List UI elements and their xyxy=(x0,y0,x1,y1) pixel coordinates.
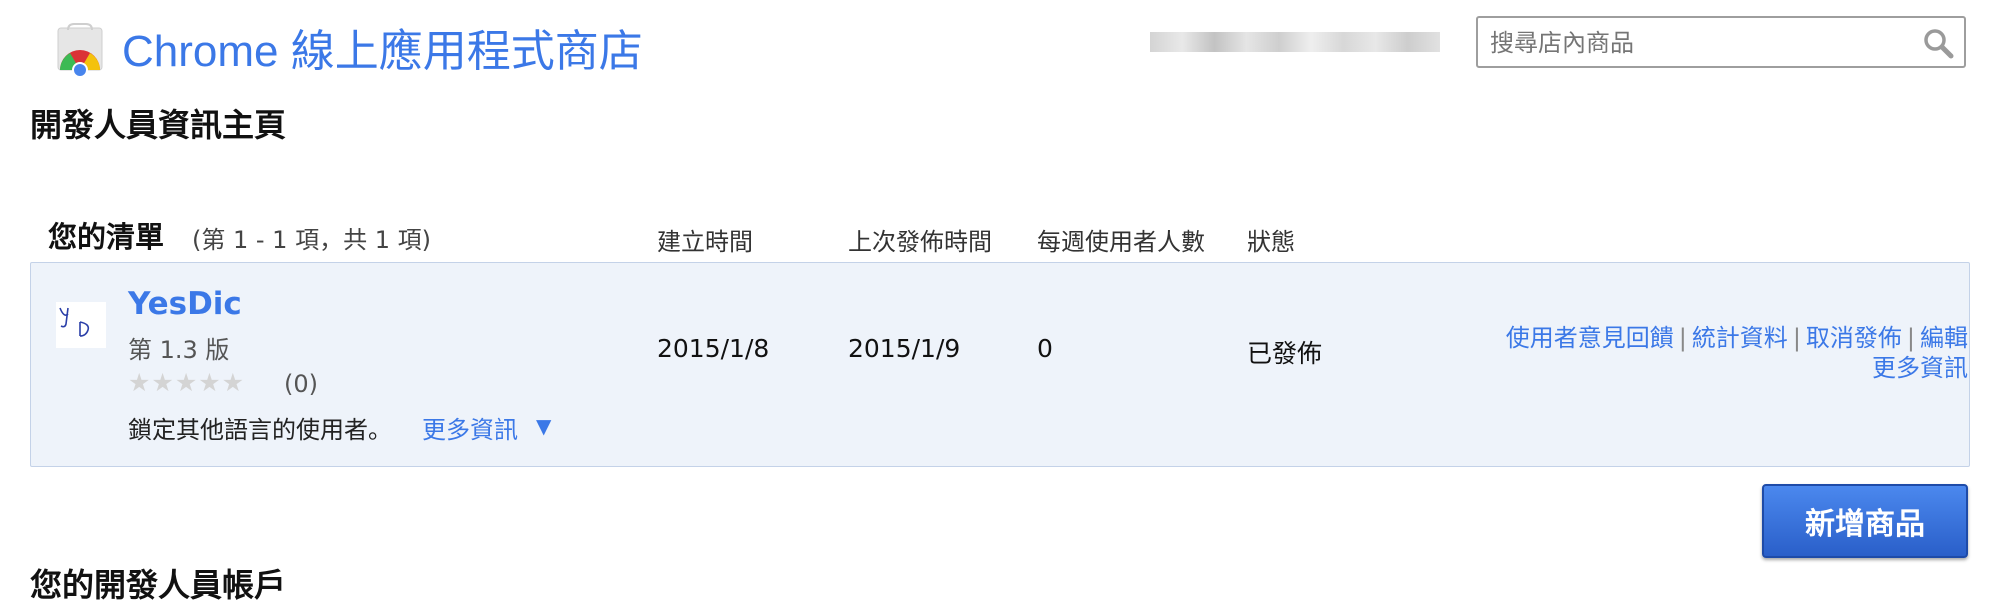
search-input[interactable] xyxy=(1488,26,1902,60)
item-version: 第 1.3 版 xyxy=(128,336,230,364)
status-text: 已發佈 xyxy=(1247,339,1323,368)
weekly-users-count: 0 xyxy=(1037,334,1053,363)
feedback-link[interactable]: 使用者意見回饋 xyxy=(1506,324,1674,352)
separator: | xyxy=(1678,324,1687,352)
add-item-button[interactable]: 新增商品 xyxy=(1762,484,1968,558)
column-header-status: 狀態 xyxy=(1247,228,1295,256)
column-header-created: 建立時間 xyxy=(657,228,753,256)
column-header-weekly-users: 每週使用者人數 xyxy=(1037,228,1205,256)
item-actions-row2: 更多資訊 xyxy=(1872,348,1968,383)
list-title: 您的清單 xyxy=(48,220,165,254)
rating-count: (0) xyxy=(284,370,318,398)
search-box[interactable] xyxy=(1476,16,1966,68)
chrome-web-store-logo-icon[interactable] xyxy=(52,22,108,78)
page-title: 開發人員資訊主頁 xyxy=(30,106,287,144)
search-icon[interactable] xyxy=(1922,27,1954,59)
more-info-link[interactable]: 更多資訊 xyxy=(422,410,518,445)
item-name-link[interactable]: YesDic xyxy=(128,286,242,322)
dropdown-arrow-icon[interactable]: ▼ xyxy=(536,414,551,438)
rating-stars: ★★★★★ xyxy=(128,368,246,397)
separator: | xyxy=(1792,324,1801,352)
column-header-published: 上次發佈時間 xyxy=(848,228,992,256)
published-date: 2015/1/9 xyxy=(848,334,961,363)
action-more-info-link[interactable]: 更多資訊 xyxy=(1872,354,1968,382)
list-count: (第 1 - 1 項，共 1 項) xyxy=(192,226,431,254)
developer-account-heading: 您的開發人員帳戶 xyxy=(30,566,287,604)
store-title[interactable]: Chrome 線上應用程式商店 xyxy=(122,22,643,82)
app-icon[interactable] xyxy=(56,302,106,348)
stats-link[interactable]: 統計資料 xyxy=(1692,324,1788,352)
created-date: 2015/1/8 xyxy=(657,334,770,363)
target-description: 鎖定其他語言的使用者。 xyxy=(128,416,392,444)
account-info-blurred[interactable] xyxy=(1150,32,1440,52)
